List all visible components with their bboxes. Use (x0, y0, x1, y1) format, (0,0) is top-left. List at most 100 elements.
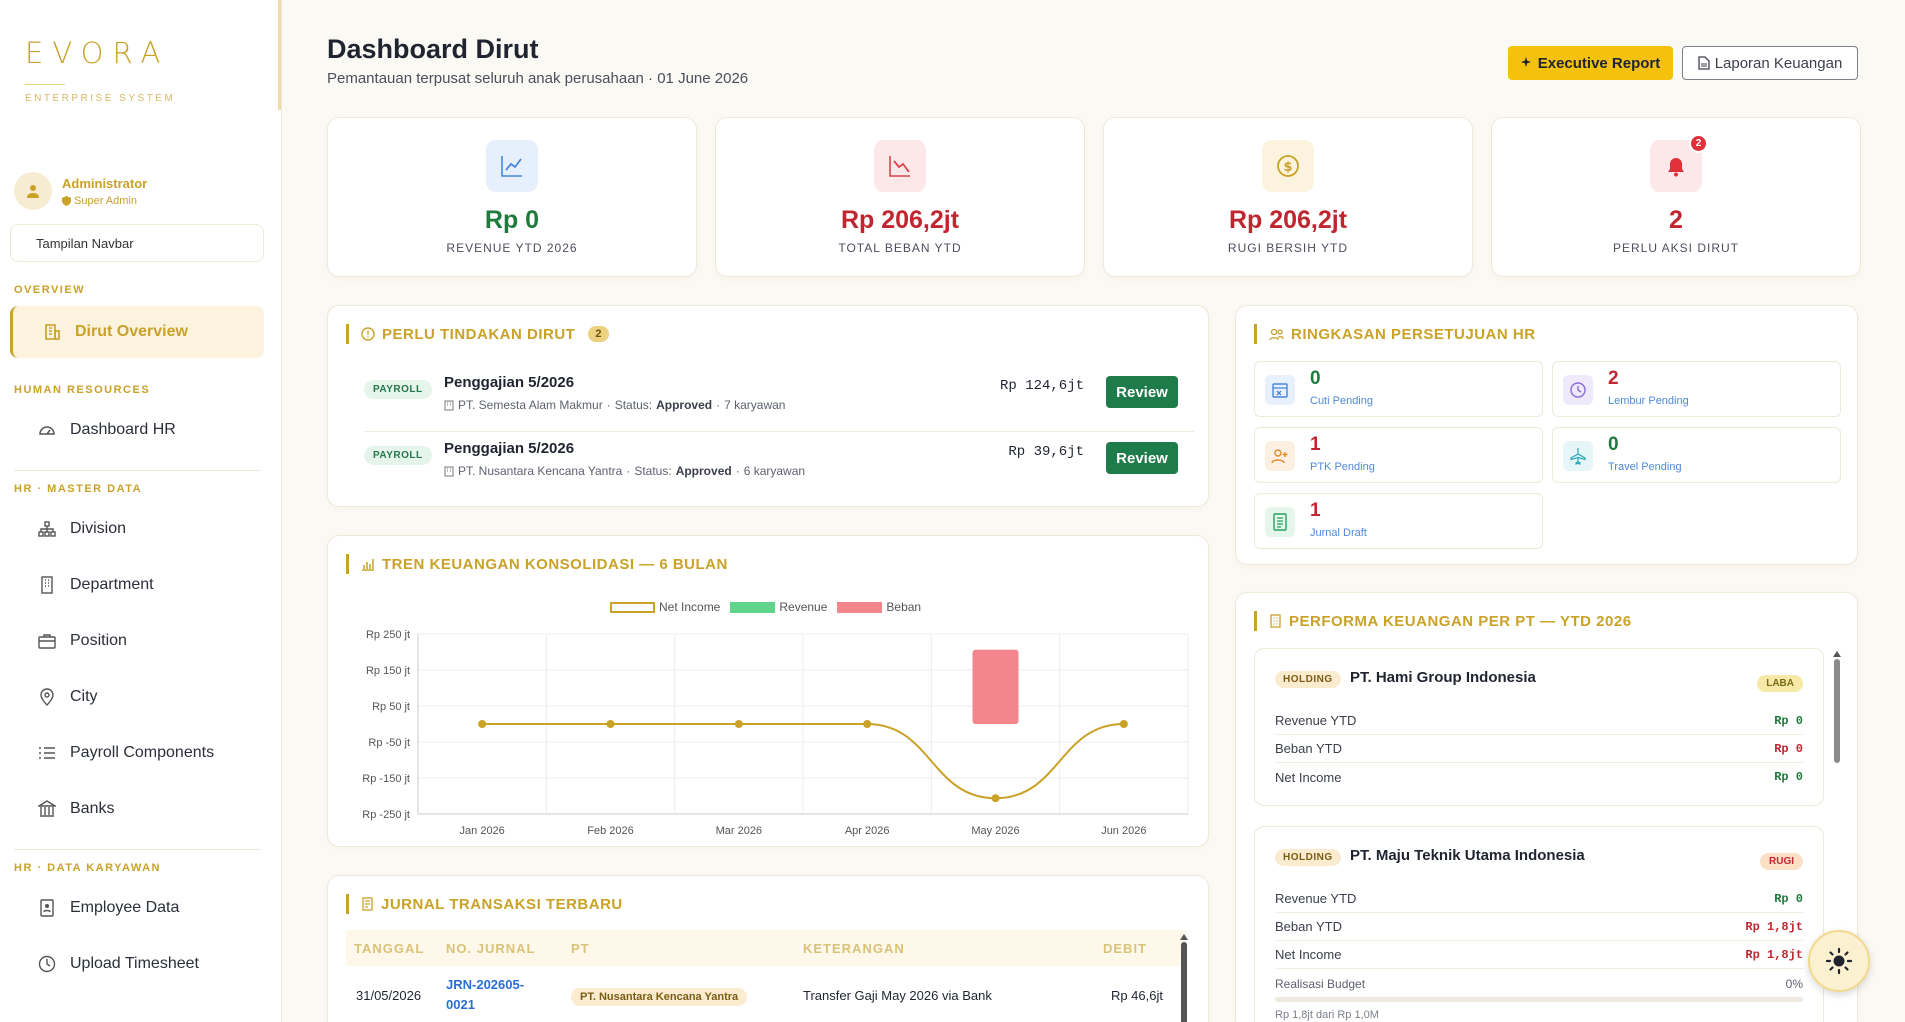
company-name: PT. Hami Group Indonesia (1350, 669, 1536, 686)
alert-circle-icon (361, 327, 375, 341)
trend-chart-panel: TREN KEUANGAN KONSOLIDASI — 6 BULAN Net … (327, 535, 1209, 847)
sidebar: EVORA ENTERPRISE SYSTEM Administrator Su… (0, 0, 282, 1022)
hr-tile-travel[interactable]: 0 Travel Pending (1552, 427, 1841, 483)
user-name: Administrator (62, 175, 148, 191)
x-tick-label: Mar 2026 (716, 825, 762, 837)
laporan-keuangan-button[interactable]: Laporan Keuangan (1682, 46, 1858, 80)
scrollbar[interactable] (1180, 934, 1188, 1022)
company-card[interactable]: HOLDING PT. Hami Group Indonesia LABA Re… (1254, 648, 1824, 806)
nav-label: Banks (70, 800, 115, 817)
nav-item-banks[interactable]: Banks (0, 781, 281, 837)
budget-note: Rp 1,8jt dari Rp 1,0M (1275, 1009, 1379, 1021)
nav-label: Division (70, 520, 127, 537)
briefcase-icon (38, 634, 56, 649)
performance-panel: PERFORMA KEUANGAN PER PT — YTD 2026 HOLD… (1235, 592, 1858, 1022)
company-card[interactable]: HOLDING PT. Maju Teknik Utama Indonesia … (1254, 826, 1824, 1022)
y-tick-label: Rp -50 jt (368, 737, 410, 749)
net-income-point (606, 720, 615, 728)
id-card-icon (40, 899, 54, 917)
coin-icon: $ (1277, 155, 1299, 177)
journal-link[interactable]: JRN-202605-0021 (446, 975, 571, 1015)
chart-title: TREN KEUANGAN KONSOLIDASI — 6 BULAN (382, 555, 728, 573)
hr-tile-cuti[interactable]: 0 Cuti Pending (1254, 361, 1543, 417)
nav-label: City (70, 688, 98, 705)
nav-item-division[interactable]: Division (0, 501, 281, 557)
x-tick-label: Jun 2026 (1101, 825, 1146, 837)
bank-icon (38, 800, 56, 817)
building-icon (1270, 614, 1281, 628)
kpi-label: RUGI BERSIH YTD (1227, 241, 1349, 255)
page-subtitle: Pemantauan terpusat seluruh anak perusah… (327, 70, 749, 87)
kpi-label: REVENUE YTD 2026 (446, 241, 578, 255)
net-income-point (734, 720, 743, 728)
table-row[interactable]: 31/05/2026 JRN-202605-0021 PT. Nusantara… (346, 970, 1186, 1020)
legend-item-beban[interactable]: Beban (837, 600, 921, 614)
holding-tag: HOLDING (1275, 671, 1341, 688)
review-button[interactable]: Review (1106, 442, 1178, 474)
nav-item-payroll-components[interactable]: Payroll Components (0, 725, 281, 781)
hr-tile-ptk[interactable]: 1 PTK Pending (1254, 427, 1543, 483)
net-income-point (863, 720, 872, 728)
budget-percent: 0% (1785, 977, 1803, 991)
budget-progress-bar (1275, 997, 1803, 1002)
kpi-value: Rp 0 (484, 206, 540, 234)
y-tick-label: Rp 150 jt (366, 665, 410, 677)
journal-icon (362, 897, 373, 911)
trend-chart: Rp 250 jt Rp 150 jt Rp 50 jt Rp -50 jt Rp -1… (362, 629, 1189, 837)
building-icon (45, 324, 60, 340)
brand-name: EVORA (25, 36, 170, 70)
nav-label: Dirut Overview (75, 323, 188, 340)
status-badge: LABA (1757, 675, 1803, 692)
legend-item-revenue[interactable]: Revenue (730, 600, 827, 614)
payroll-tag: PAYROLL (364, 446, 432, 465)
nav-item-position[interactable]: Position (0, 613, 281, 669)
status-badge: RUGI (1760, 853, 1803, 870)
nav-section-karyawan: HR · DATA KARYAWAN (14, 862, 161, 874)
executive-report-button[interactable]: Executive Report (1508, 46, 1673, 80)
user-role: Super Admin (74, 194, 137, 207)
action-item: PAYROLL Penggajian 5/2026 PT. Nusantara … (364, 432, 1194, 498)
sitemap-icon (38, 521, 56, 537)
y-tick-label: Rp -150 jt (362, 773, 410, 785)
action-title: Penggajian 5/2026 (444, 374, 575, 391)
x-tick-label: May 2026 (971, 825, 1019, 837)
brand: EVORA ENTERPRISE SYSTEM (0, 0, 281, 112)
action-title: Penggajian 5/2026 (444, 440, 575, 457)
kpi-card-beban: Rp 206,2jt TOTAL BEBAN YTD (715, 117, 1085, 277)
action-panel: PERLU TINDAKAN DIRUT 2 PAYROLL Penggajia… (327, 305, 1209, 507)
x-tick-label: Jan 2026 (460, 825, 505, 837)
building-icon (41, 576, 53, 594)
theme-toggle-button[interactable] (1808, 930, 1870, 992)
review-button[interactable]: Review (1106, 376, 1178, 408)
x-tick-label: Feb 2026 (587, 825, 633, 837)
sun-icon (1825, 947, 1853, 975)
nav-section-hr: HUMAN RESOURCES (14, 384, 151, 396)
sparkle-icon (1520, 57, 1531, 67)
bar-chart-icon (362, 559, 374, 571)
nav-item-city[interactable]: City (0, 669, 281, 725)
kpi-value: Rp 206,2jt (1228, 206, 1348, 234)
nav-item-employee-data[interactable]: Employee Data (0, 880, 281, 936)
user-profile[interactable]: Administrator Super Admin (0, 112, 281, 222)
legend-item-net-income[interactable]: Net Income (610, 600, 720, 614)
hr-tile-lembur[interactable]: 2 Lembur Pending (1552, 361, 1841, 417)
nav-item-dirut-overview[interactable]: Dirut Overview (10, 306, 264, 358)
nav-label: Position (70, 632, 127, 649)
nav-item-department[interactable]: Department (0, 557, 281, 613)
kpi-value: Rp 206,2jt (840, 206, 960, 234)
bar-beban (972, 649, 1019, 724)
plane-icon (1570, 448, 1586, 465)
journal-icon (1273, 513, 1287, 531)
hr-tile-jurnal[interactable]: 1 Jurnal Draft (1254, 493, 1543, 549)
nav-item-dashboard-hr[interactable]: Dashboard HR (0, 402, 281, 458)
kpi-card-perlu-aksi[interactable]: 2 2 PERLU AKSI DIRUT (1491, 117, 1861, 277)
trending-up-icon (501, 156, 522, 177)
section-title: PERLU TINDAKAN DIRUT (382, 325, 576, 343)
clock-icon (38, 955, 56, 973)
svg-text:$: $ (1283, 160, 1292, 175)
shield-icon (62, 195, 71, 206)
nav-item-upload-timesheet[interactable]: Upload Timesheet (0, 936, 281, 992)
brand-subtitle: ENTERPRISE SYSTEM (25, 93, 176, 104)
building-icon (444, 400, 454, 410)
navbar-toggle[interactable]: Tampilan Navbar (10, 224, 264, 262)
